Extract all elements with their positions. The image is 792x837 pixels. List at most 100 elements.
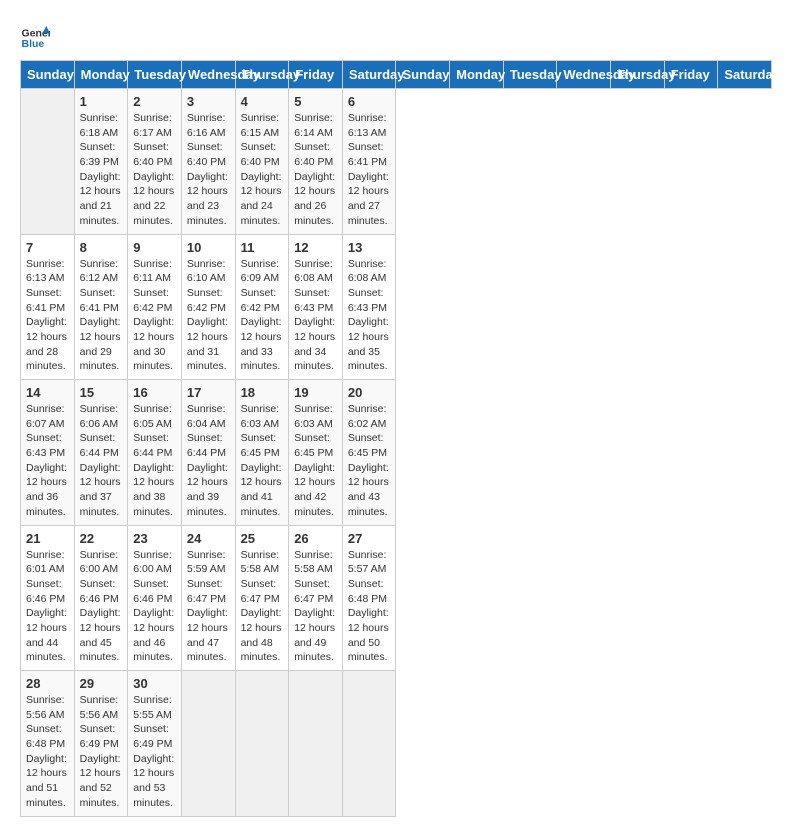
calendar-cell: 22 Sunrise: 6:00 AMSunset: 6:46 PMDayligh… xyxy=(74,525,128,671)
day-of-week-header: Sunday xyxy=(21,61,75,89)
day-detail: Sunrise: 5:58 AMSunset: 6:47 PMDaylight:… xyxy=(241,548,284,666)
calendar-cell: 6 Sunrise: 6:13 AMSunset: 6:41 PMDaylight… xyxy=(342,89,396,235)
calendar-week-row: 28 Sunrise: 5:56 AMSunset: 6:48 PMDayligh… xyxy=(21,671,772,817)
day-detail: Sunrise: 6:10 AMSunset: 6:42 PMDaylight:… xyxy=(187,257,230,375)
day-detail: Sunrise: 6:08 AMSunset: 6:43 PMDaylight:… xyxy=(294,257,337,375)
day-number: 17 xyxy=(187,385,230,400)
calendar-cell: 14Sunrise: 6:07 AMSunset: 6:43 PMDayligh… xyxy=(21,380,75,526)
day-of-week-header: Tuesday xyxy=(128,61,182,89)
weekday-header: Friday xyxy=(664,61,718,89)
calendar-cell: 29Sunrise: 5:56 AMSunset: 6:49 PMDayligh… xyxy=(74,671,128,817)
day-detail: Sunrise: 6:13 AMSunset: 6:41 PMDaylight:… xyxy=(348,111,391,229)
day-detail: Sunrise: 5:56 AMSunset: 6:48 PMDaylight:… xyxy=(26,693,69,811)
weekday-header: Thursday xyxy=(611,61,665,89)
calendar-cell: 7Sunrise: 6:13 AMSunset: 6:41 PMDaylight… xyxy=(21,234,75,380)
day-detail: Sunrise: 6:13 AMSunset: 6:41 PMDaylight:… xyxy=(26,257,69,375)
svg-text:Blue: Blue xyxy=(22,38,45,50)
calendar-cell xyxy=(235,671,289,817)
day-detail: Sunrise: 6:15 AMSunset: 6:40 PMDaylight:… xyxy=(241,111,284,229)
calendar-cell: 15 Sunrise: 6:06 AMSunset: 6:44 PMDayligh… xyxy=(74,380,128,526)
calendar-cell: 2 Sunrise: 6:17 AMSunset: 6:40 PMDaylight… xyxy=(128,89,182,235)
day-number: 26 xyxy=(294,531,337,546)
day-detail: Sunrise: 6:07 AMSunset: 6:43 PMDaylight:… xyxy=(26,402,69,520)
calendar-cell: 20 Sunrise: 6:02 AMSunset: 6:45 PMDayligh… xyxy=(342,380,396,526)
day-detail: Sunrise: 6:12 AMSunset: 6:41 PMDaylight:… xyxy=(80,257,123,375)
calendar-cell xyxy=(289,671,343,817)
day-number: 23 xyxy=(133,531,176,546)
day-of-week-header: Monday xyxy=(74,61,128,89)
day-number: 10 xyxy=(187,240,230,255)
day-detail: Sunrise: 6:05 AMSunset: 6:44 PMDaylight:… xyxy=(133,402,176,520)
day-number: 22 xyxy=(80,531,123,546)
calendar-week-row: 1Sunrise: 6:18 AMSunset: 6:39 PMDaylight… xyxy=(21,89,772,235)
weekday-header: Tuesday xyxy=(503,61,557,89)
calendar-cell: 30Sunrise: 5:55 AMSunset: 6:49 PMDayligh… xyxy=(128,671,182,817)
day-detail: Sunrise: 6:02 AMSunset: 6:45 PMDaylight:… xyxy=(348,402,391,520)
calendar-cell: 5 Sunrise: 6:14 AMSunset: 6:40 PMDaylight… xyxy=(289,89,343,235)
day-detail: Sunrise: 6:03 AMSunset: 6:45 PMDaylight:… xyxy=(241,402,284,520)
calendar-cell: 12 Sunrise: 6:08 AMSunset: 6:43 PMDayligh… xyxy=(289,234,343,380)
day-number: 20 xyxy=(348,385,391,400)
day-detail: Sunrise: 6:17 AMSunset: 6:40 PMDaylight:… xyxy=(133,111,176,229)
calendar-cell: 23Sunrise: 6:00 AMSunset: 6:46 PMDayligh… xyxy=(128,525,182,671)
weekday-header: Monday xyxy=(450,61,504,89)
calendar-cell: 18Sunrise: 6:03 AMSunset: 6:45 PMDayligh… xyxy=(235,380,289,526)
calendar-cell xyxy=(21,89,75,235)
calendar-cell: 10 Sunrise: 6:10 AMSunset: 6:42 PMDayligh… xyxy=(181,234,235,380)
day-detail: Sunrise: 5:59 AMSunset: 6:47 PMDaylight:… xyxy=(187,548,230,666)
calendar-cell: 26 Sunrise: 5:58 AMSunset: 6:47 PMDayligh… xyxy=(289,525,343,671)
day-number: 3 xyxy=(187,94,230,109)
day-detail: Sunrise: 5:58 AMSunset: 6:47 PMDaylight:… xyxy=(294,548,337,666)
calendar-cell: 4Sunrise: 6:15 AMSunset: 6:40 PMDaylight… xyxy=(235,89,289,235)
calendar-cell: 21Sunrise: 6:01 AMSunset: 6:46 PMDayligh… xyxy=(21,525,75,671)
calendar-cell: 17 Sunrise: 6:04 AMSunset: 6:44 PMDayligh… xyxy=(181,380,235,526)
day-number: 11 xyxy=(241,240,284,255)
day-number: 29 xyxy=(80,676,123,691)
logo: General Blue xyxy=(20,20,50,50)
day-detail: Sunrise: 6:00 AMSunset: 6:46 PMDaylight:… xyxy=(80,548,123,666)
logo-icon: General Blue xyxy=(20,20,50,50)
day-number: 2 xyxy=(133,94,176,109)
calendar-cell: 28 Sunrise: 5:56 AMSunset: 6:48 PMDayligh… xyxy=(21,671,75,817)
calendar-cell xyxy=(342,671,396,817)
day-number: 25 xyxy=(241,531,284,546)
day-of-week-header: Friday xyxy=(289,61,343,89)
day-number: 21 xyxy=(26,531,69,546)
day-number: 5 xyxy=(294,94,337,109)
day-number: 6 xyxy=(348,94,391,109)
calendar-week-row: 14Sunrise: 6:07 AMSunset: 6:43 PMDayligh… xyxy=(21,380,772,526)
day-number: 16 xyxy=(133,385,176,400)
day-detail: Sunrise: 6:08 AMSunset: 6:43 PMDaylight:… xyxy=(348,257,391,375)
day-detail: Sunrise: 6:11 AMSunset: 6:42 PMDaylight:… xyxy=(133,257,176,375)
day-detail: Sunrise: 6:18 AMSunset: 6:39 PMDaylight:… xyxy=(80,111,123,229)
day-detail: Sunrise: 6:16 AMSunset: 6:40 PMDaylight:… xyxy=(187,111,230,229)
day-number: 8 xyxy=(80,240,123,255)
calendar-cell: 16 Sunrise: 6:05 AMSunset: 6:44 PMDayligh… xyxy=(128,380,182,526)
calendar-cell: 25 Sunrise: 5:58 AMSunset: 6:47 PMDayligh… xyxy=(235,525,289,671)
weekday-header: Saturday xyxy=(718,61,772,89)
calendar-cell: 1Sunrise: 6:18 AMSunset: 6:39 PMDaylight… xyxy=(74,89,128,235)
day-of-week-header: Wednesday xyxy=(181,61,235,89)
calendar-table: SundayMondayTuesdayWednesdayThursdayFrid… xyxy=(20,60,772,817)
day-number: 9 xyxy=(133,240,176,255)
calendar-cell: 24Sunrise: 5:59 AMSunset: 6:47 PMDayligh… xyxy=(181,525,235,671)
day-number: 13 xyxy=(348,240,391,255)
day-detail: Sunrise: 6:09 AMSunset: 6:42 PMDaylight:… xyxy=(241,257,284,375)
day-number: 28 xyxy=(26,676,69,691)
day-number: 27 xyxy=(348,531,391,546)
day-number: 15 xyxy=(80,385,123,400)
day-detail: Sunrise: 6:04 AMSunset: 6:44 PMDaylight:… xyxy=(187,402,230,520)
calendar-cell: 9 Sunrise: 6:11 AMSunset: 6:42 PMDaylight… xyxy=(128,234,182,380)
day-of-week-header: Thursday xyxy=(235,61,289,89)
day-detail: Sunrise: 6:03 AMSunset: 6:45 PMDaylight:… xyxy=(294,402,337,520)
calendar-week-row: 21Sunrise: 6:01 AMSunset: 6:46 PMDayligh… xyxy=(21,525,772,671)
day-number: 30 xyxy=(133,676,176,691)
calendar-cell: 11 Sunrise: 6:09 AMSunset: 6:42 PMDayligh… xyxy=(235,234,289,380)
day-number: 12 xyxy=(294,240,337,255)
day-detail: Sunrise: 6:14 AMSunset: 6:40 PMDaylight:… xyxy=(294,111,337,229)
day-detail: Sunrise: 6:06 AMSunset: 6:44 PMDaylight:… xyxy=(80,402,123,520)
calendar-week-row: 7Sunrise: 6:13 AMSunset: 6:41 PMDaylight… xyxy=(21,234,772,380)
day-of-week-header: Saturday xyxy=(342,61,396,89)
day-number: 19 xyxy=(294,385,337,400)
calendar-cell: 8 Sunrise: 6:12 AMSunset: 6:41 PMDaylight… xyxy=(74,234,128,380)
